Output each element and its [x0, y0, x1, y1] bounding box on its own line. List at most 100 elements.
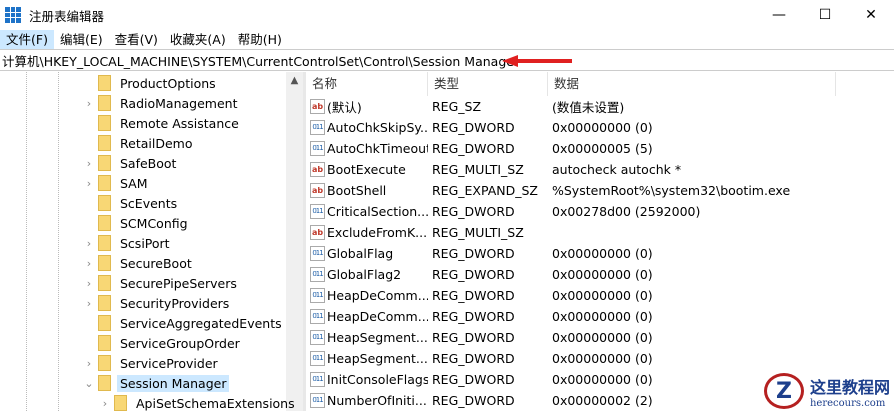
- tree-item[interactable]: › RadioManagement: [82, 93, 240, 113]
- expand-icon[interactable]: ›: [82, 97, 96, 110]
- values-list[interactable]: 名称 类型 数据 ab (默认) REG_SZ (数值未设置) 011 AutoChkSk…: [306, 71, 894, 411]
- column-data[interactable]: 数据: [548, 71, 836, 96]
- value-row[interactable]: 011 GlobalFlag REG_DWORD 0x00000000 (0): [306, 243, 894, 264]
- value-name: InitConsoleFlags: [327, 372, 428, 387]
- expand-icon[interactable]: ›: [82, 177, 96, 190]
- string-value-icon: ab: [310, 99, 325, 114]
- tree-item[interactable]: › SAM: [82, 173, 151, 193]
- menu-file[interactable]: 文件(F): [0, 30, 54, 49]
- value-name: BootShell: [327, 183, 387, 198]
- value-name: HeapDeComm...: [327, 309, 428, 324]
- folder-icon: [98, 335, 111, 351]
- value-type: REG_DWORD: [432, 393, 515, 408]
- value-type: REG_EXPAND_SZ: [432, 183, 538, 198]
- menu-bar: 文件(F) 编辑(E) 查看(V) 收藏夹(A) 帮助(H): [0, 30, 894, 49]
- tree-item[interactable]: ServiceAggregatedEvents: [82, 313, 285, 333]
- tree-item-label: SecureBoot: [120, 255, 192, 271]
- tree-item[interactable]: › ScsiPort: [82, 233, 173, 253]
- value-type: REG_DWORD: [432, 141, 515, 156]
- value-row[interactable]: 011 HeapSegment... REG_DWORD 0x00000000 (0): [306, 327, 894, 348]
- tree-item[interactable]: ScEvents: [82, 193, 180, 213]
- value-type: REG_DWORD: [432, 309, 515, 324]
- value-row[interactable]: 011 CriticalSection... REG_DWORD 0x00278d00…: [306, 201, 894, 222]
- tree-scrollbar[interactable]: ▲: [286, 72, 303, 411]
- value-row[interactable]: 011 HeapDeComm... REG_DWORD 0x00000000 (0): [306, 306, 894, 327]
- value-data: 0x00000000 (0): [552, 267, 653, 282]
- tree-item[interactable]: SCMConfig: [82, 213, 191, 233]
- watermark-title: 这里教程网: [809, 377, 890, 397]
- binary-value-icon: 011: [310, 120, 325, 135]
- value-type: REG_DWORD: [432, 267, 515, 282]
- column-name[interactable]: 名称: [306, 71, 428, 96]
- column-type[interactable]: 类型: [428, 71, 548, 96]
- binary-value-icon: 011: [310, 246, 325, 261]
- tree-item[interactable]: ⌄ Session Manager: [82, 373, 230, 393]
- folder-icon: [98, 235, 111, 251]
- value-data: 0x00000000 (0): [552, 246, 653, 261]
- folder-icon: [98, 295, 111, 311]
- menu-favorites[interactable]: 收藏夹(A): [164, 30, 232, 49]
- tree-item[interactable]: › SafeBoot: [82, 153, 179, 173]
- expand-icon[interactable]: ›: [82, 257, 96, 270]
- folder-icon: [114, 395, 127, 411]
- address-path[interactable]: 计算机\HKEY_LOCAL_MACHINE\SYSTEM\CurrentCon…: [2, 51, 519, 70]
- value-name: CriticalSection...: [327, 204, 428, 219]
- value-type: REG_DWORD: [432, 351, 515, 366]
- value-type: REG_DWORD: [432, 330, 515, 345]
- binary-value-icon: 011: [310, 372, 325, 387]
- folder-icon: [98, 215, 111, 231]
- expand-icon[interactable]: ⌄: [82, 377, 96, 390]
- tree-item[interactable]: › SecurePipeServers: [82, 273, 240, 293]
- key-tree[interactable]: ▲ ProductOptions › RadioManagement Remote A…: [0, 72, 306, 411]
- expand-icon[interactable]: ›: [82, 297, 96, 310]
- expand-icon[interactable]: ›: [82, 237, 96, 250]
- value-row[interactable]: 011 AutoChkSkipSy... REG_DWORD 0x00000000 (…: [306, 117, 894, 138]
- value-type: REG_DWORD: [432, 246, 515, 261]
- tree-item[interactable]: Remote Assistance: [82, 113, 242, 133]
- folder-icon: [98, 155, 111, 171]
- value-name: NumberOfIniti...: [327, 393, 427, 408]
- menu-view[interactable]: 查看(V): [109, 30, 164, 49]
- minimize-button[interactable]: —: [756, 0, 802, 30]
- value-row[interactable]: ab BootShell REG_EXPAND_SZ %SystemRoot%\sys…: [306, 180, 894, 201]
- tree-item[interactable]: ServiceGroupOrder: [82, 333, 243, 353]
- expand-icon[interactable]: ›: [82, 277, 96, 290]
- tree-item-label: ApiSetSchemaExtensions: [136, 395, 295, 411]
- value-type: REG_DWORD: [432, 120, 515, 135]
- value-data: autocheck autochk *: [552, 162, 682, 177]
- tree-item[interactable]: › ServiceProvider: [82, 353, 221, 373]
- value-row[interactable]: ab ExcludeFromK... REG_MULTI_SZ: [306, 222, 894, 243]
- tree-item[interactable]: RetailDemo: [82, 133, 195, 153]
- value-row[interactable]: 011 GlobalFlag2 REG_DWORD 0x00000000 (0): [306, 264, 894, 285]
- value-name: ExcludeFromK...: [327, 225, 428, 240]
- value-row[interactable]: 011 HeapDeComm... REG_DWORD 0x00000000 (0): [306, 285, 894, 306]
- value-data: 0x00278d00 (2592000): [552, 204, 701, 219]
- menu-help[interactable]: 帮助(H): [232, 30, 288, 49]
- tree-item[interactable]: › SecureBoot: [82, 253, 195, 273]
- expand-icon[interactable]: ›: [82, 157, 96, 170]
- value-row[interactable]: 011 HeapSegment... REG_DWORD 0x00000000 (0): [306, 348, 894, 369]
- maximize-button[interactable]: ☐: [802, 0, 848, 30]
- value-row[interactable]: ab (默认) REG_SZ (数值未设置): [306, 96, 894, 117]
- scroll-up-icon[interactable]: ▲: [286, 75, 303, 86]
- expand-icon[interactable]: ›: [98, 397, 112, 410]
- value-type: REG_SZ: [432, 99, 482, 114]
- address-bar[interactable]: 计算机\HKEY_LOCAL_MACHINE\SYSTEM\CurrentCon…: [0, 49, 894, 71]
- regedit-app-icon: [5, 7, 21, 23]
- value-row[interactable]: ab BootExecute REG_MULTI_SZ autocheck autoc…: [306, 159, 894, 180]
- value-row[interactable]: 011 AutoChkTimeout REG_DWORD 0x00000005 (5): [306, 138, 894, 159]
- value-data: %SystemRoot%\system32\bootim.exe: [552, 183, 791, 198]
- value-name: AutoChkTimeout: [327, 141, 428, 156]
- tree-item-label: SecurePipeServers: [120, 275, 237, 291]
- menu-edit[interactable]: 编辑(E): [54, 30, 109, 49]
- tree-item[interactable]: ProductOptions: [82, 73, 219, 93]
- tree-item[interactable]: › SecurityProviders: [82, 293, 232, 313]
- value-name: HeapSegment...: [327, 330, 428, 345]
- close-button[interactable]: ✕: [848, 0, 894, 30]
- watermark-logo-icon: Z: [763, 373, 804, 409]
- folder-icon: [98, 355, 111, 371]
- string-value-icon: ab: [310, 225, 325, 240]
- tree-item[interactable]: › ApiSetSchemaExtensions: [98, 393, 298, 411]
- expand-icon[interactable]: ›: [82, 357, 96, 370]
- title-bar: 注册表编辑器 — ☐ ✕: [0, 0, 894, 30]
